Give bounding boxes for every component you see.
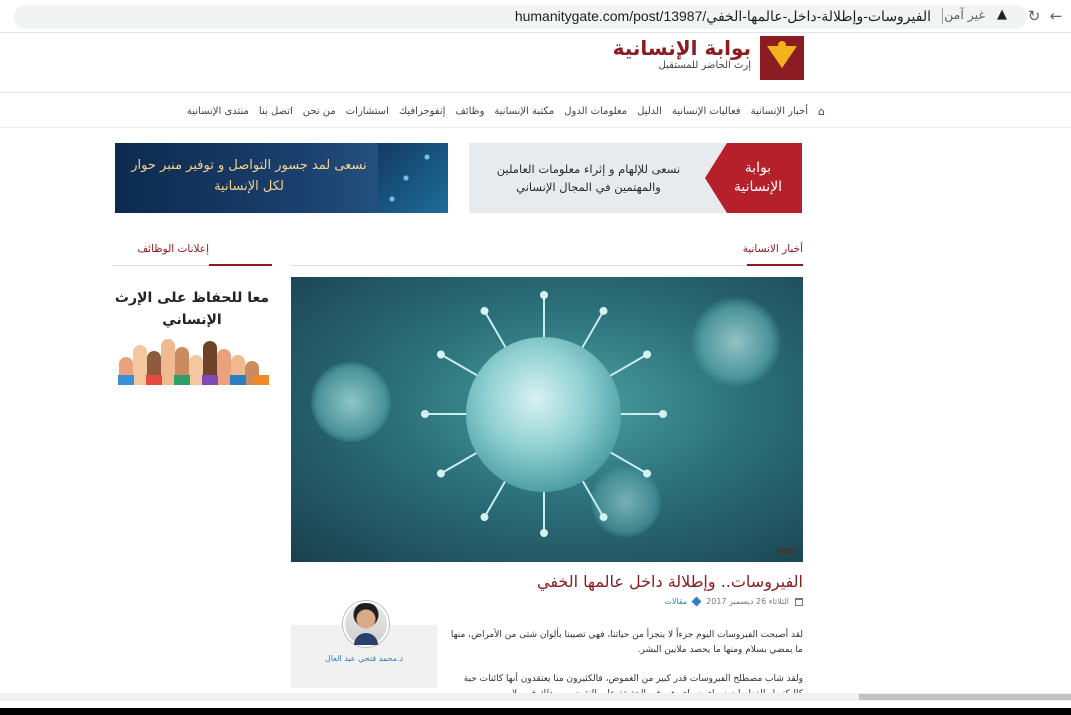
banner-right-title: بوابة الإنسانية xyxy=(733,160,783,195)
nav-item-news[interactable]: أخبار الإنسانية xyxy=(751,106,808,117)
nav-item-library[interactable]: مكتبة الإنسانية xyxy=(494,106,554,117)
banner-left[interactable]: نسعى لمد جسور التواصل و توفير منبر حوار … xyxy=(115,143,448,213)
calendar-icon xyxy=(795,597,803,606)
side-ad[interactable]: معا للحفاظ على الإرث الإنساني xyxy=(112,285,272,390)
post-title[interactable]: الفيروسات.. وإطلالة داخل عالمها الخفي xyxy=(537,572,803,591)
post-paragraph-1: لقد أصبحت الفيروسات اليوم جزءاً لا يتجزأ… xyxy=(450,630,803,655)
logo-title: بوابة الإنسانية xyxy=(612,36,751,60)
side-ad-text: معا للحفاظ على الإرث الإنساني xyxy=(114,290,270,328)
nav-divider xyxy=(0,127,1071,128)
nav-item-guide[interactable]: الدليل xyxy=(637,106,662,117)
author-box[interactable]: د.محمد فتحي عبد العال xyxy=(291,601,437,688)
nav-item-events[interactable]: فعاليات الإنسانية xyxy=(672,106,741,117)
home-icon[interactable]: ⌂ xyxy=(818,105,825,118)
post-meta: الثلاثاء 26 ديسمبر 2017 مقالات xyxy=(664,596,803,607)
header-divider xyxy=(0,92,1071,93)
post-date: الثلاثاء 26 ديسمبر 2017 xyxy=(706,597,789,606)
website: بوابة الإنسانية إرث الحاضر للمستقبل ⌂ أخ… xyxy=(0,33,1071,715)
banner-right[interactable]: بوابة الإنسانية نسعى للإلهام و إثراء معل… xyxy=(469,143,802,213)
warning-icon[interactable]: ▲ xyxy=(997,7,1007,22)
avatar xyxy=(343,601,389,647)
virus-small-right xyxy=(691,297,781,387)
url-separator xyxy=(942,8,943,24)
post-category[interactable]: مقالات xyxy=(664,597,687,606)
side-section-underline xyxy=(209,264,272,266)
nav-item-consultations[interactable]: استشارات xyxy=(346,106,389,117)
raised-hands-illustration xyxy=(115,333,269,385)
section-heading-jobs[interactable]: إعلانات الوظائف xyxy=(137,243,209,255)
logo-tagline: إرث الحاضر للمستقبل xyxy=(658,60,751,71)
nav-item-forum[interactable]: منتدى الإنسانية xyxy=(187,106,249,117)
section-line xyxy=(291,265,803,266)
author-name[interactable]: د.محمد فتحي عبد العال xyxy=(291,654,437,663)
nav-item-countries[interactable]: معلومات الدول xyxy=(564,106,627,117)
back-arrow-icon[interactable]: ← xyxy=(1046,6,1066,26)
section-underline xyxy=(747,264,803,266)
nav-item-contact[interactable]: اتصل بنا xyxy=(259,106,293,117)
virus-main xyxy=(466,337,621,492)
image-badge xyxy=(777,548,795,554)
site-logo[interactable]: بوابة الإنسانية إرث الحاضر للمستقبل xyxy=(613,33,804,85)
bottom-edge xyxy=(0,708,1071,715)
main-nav: ⌂ أخبار الإنسانية فعاليات الإنسانية الدل… xyxy=(187,103,825,119)
virus-small-bottom xyxy=(591,467,661,537)
banner-right-text: نسعى للإلهام و إثراء معلومات العاملين وا… xyxy=(496,162,681,194)
reload-icon[interactable]: ↻ xyxy=(1024,6,1044,26)
nav-item-about[interactable]: من نحن xyxy=(303,106,336,117)
banner-left-text: نسعى لمد جسور التواصل و توفير منبر حوار … xyxy=(131,158,367,194)
scrollbar-thumb[interactable] xyxy=(859,694,1071,700)
security-label[interactable]: غير آمن xyxy=(944,7,985,22)
post-hero-image[interactable] xyxy=(291,277,803,562)
url-text[interactable]: humanitygate.com/post/13987/الفيروسات-وإ… xyxy=(515,8,931,25)
tag-icon xyxy=(691,596,702,607)
virus-small-left xyxy=(311,362,391,442)
browser-toolbar: ← ↻ ▲ غير آمن humanitygate.com/post/1398… xyxy=(0,0,1071,33)
nav-item-jobs[interactable]: وظائف xyxy=(455,106,484,117)
nav-item-infographic[interactable]: إنفوجرافيك xyxy=(399,106,446,117)
network-graphic xyxy=(378,143,448,213)
section-heading-news[interactable]: أخبار الانسانية xyxy=(743,243,803,255)
logo-mark-icon xyxy=(760,36,804,80)
